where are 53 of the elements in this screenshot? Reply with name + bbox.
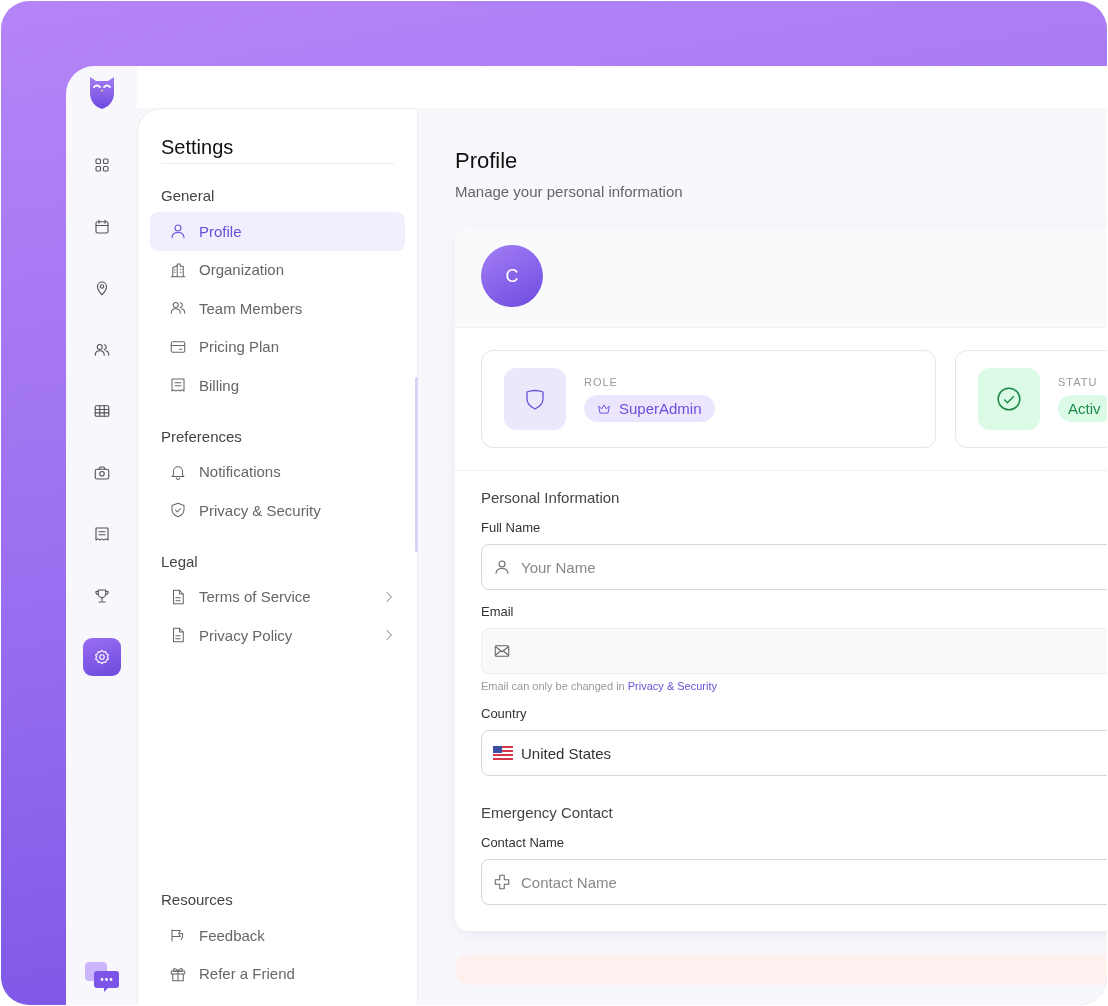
field-label: Country [481,706,528,721]
section-heading: Emergency Contact [481,804,614,821]
field-label: Full Name [481,520,542,535]
trophy-icon [92,586,111,605]
section-heading: Personal Information [481,489,621,506]
receipt-icon [92,525,111,543]
group-heading: General [160,186,216,206]
settings-nav-item[interactable]: Terms of Service [150,577,405,616]
settings-nav-item[interactable]: Pricing Plan [150,327,405,366]
building-icon [169,260,187,279]
user-icon [493,558,511,576]
plus-icon [493,873,511,891]
group-heading: Resources [160,890,234,910]
settings-nav-item[interactable]: Billing [150,366,405,405]
page-subtitle: Manage your personal information [455,183,684,200]
settings-icon [92,648,111,666]
owl-logo-icon [87,75,116,109]
settings-nav-item[interactable]: Refer a Friend [150,954,405,993]
calendar-icon [92,217,111,236]
role-pill: SuperAdmin [584,395,715,422]
table-icon [92,402,111,420]
settings-nav-item[interactable]: Feedback [150,916,405,955]
group-heading: Legal [160,551,199,572]
user-icon [169,222,187,241]
status-pill: Activ [1058,395,1107,422]
country-select[interactable]: United States [481,730,1107,776]
page-title: Profile [455,148,519,174]
rail-nav-button[interactable] [82,638,121,676]
field-hint: Email can only be changed in Privacy & Security [481,680,718,692]
field-label: Contact Name [481,835,566,850]
avatar[interactable]: C [481,245,543,307]
input-field[interactable]: Your Name [481,544,1107,590]
settings-nav-item[interactable]: Team Members [150,289,405,328]
chat-bubbles-icon[interactable] [83,961,120,993]
field-label: Email [481,604,515,619]
card-label: ROLE [584,376,618,388]
shield-check-icon [169,501,187,520]
camera-icon [92,463,111,482]
mail-icon [493,642,511,660]
shield-icon [504,368,566,430]
settings-nav-item[interactable]: Privacy Policy [150,616,405,655]
settings-nav-item[interactable]: Privacy & Security [150,491,405,530]
input-field[interactable]: Contact Name [481,859,1107,905]
crown-icon [597,401,611,416]
flag-icon [493,746,513,760]
scrollbar-thumb[interactable] [415,377,418,552]
group-heading: Preferences [160,426,243,447]
settings-nav-item[interactable]: Organization [150,250,405,289]
settings-title: Settings [161,136,394,164]
grid-icon [92,156,111,174]
settings-nav-item[interactable]: Notifications [150,452,405,491]
card-label: STATU [1058,376,1098,388]
settings-nav-item[interactable]: Profile [150,212,405,251]
